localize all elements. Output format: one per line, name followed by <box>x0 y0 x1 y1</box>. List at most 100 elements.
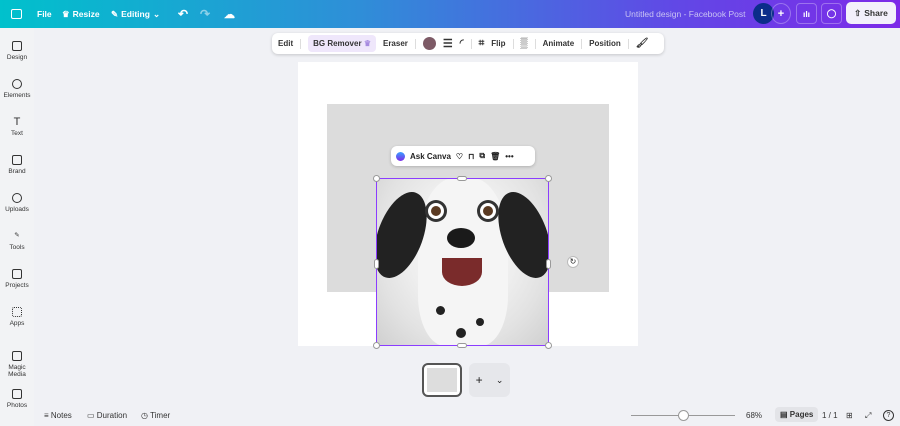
bottom-bar: ≡ Notes ▭ Duration ◷ Timer 68% ▤ Pages 1… <box>34 405 900 426</box>
brand-icon <box>12 155 22 165</box>
label: Magic Media <box>8 364 26 378</box>
comment-icon[interactable]: ◯ <box>821 3 842 24</box>
color-swatch[interactable] <box>422 37 436 50</box>
redo-icon[interactable]: ↷ <box>200 7 210 21</box>
divider <box>300 38 302 49</box>
resize-handle[interactable] <box>374 259 379 269</box>
elements-icon <box>12 79 22 89</box>
editing-mode-button[interactable]: ✎ Editing ⌄ <box>111 9 160 20</box>
add-page-button[interactable]: + ⌄ <box>469 363 510 397</box>
resize-handle[interactable] <box>373 342 380 349</box>
pencil-icon: ✎ <box>111 8 119 19</box>
sidebar-item-text[interactable]: T Text <box>0 117 34 138</box>
ask-canva-button[interactable]: Ask Canva <box>410 152 451 161</box>
delete-icon[interactable]: 🗑 <box>490 152 500 161</box>
resize-handle[interactable] <box>373 175 380 182</box>
resize-handle[interactable] <box>457 176 467 181</box>
duration-button[interactable]: ▭ Duration <box>87 411 127 420</box>
editing-label: Editing <box>121 9 150 19</box>
sidebar-item-photos[interactable]: Photos <box>0 389 34 409</box>
context-menu: Ask Canva ♡ ⊓ ⧉ 🗑 ••• <box>391 146 535 166</box>
sidebar-toggle-icon[interactable] <box>11 9 22 19</box>
design-icon <box>12 41 22 51</box>
timer-button[interactable]: ◷ Timer <box>141 411 170 420</box>
grid-view-icon[interactable]: ⊞ <box>846 411 853 420</box>
resize-handle[interactable] <box>457 343 467 348</box>
divider <box>581 38 583 49</box>
chevron-down-icon: ⌄ <box>495 374 504 385</box>
label: Photos <box>6 402 28 409</box>
sidebar-item-tools[interactable]: ✎ Tools <box>0 231 34 251</box>
corner-rounding-icon[interactable]: ◜ <box>460 38 464 49</box>
crown-icon: ♛ <box>62 8 70 19</box>
divider <box>512 38 514 49</box>
comment-add-icon[interactable]: ♡ <box>456 152 463 161</box>
sidebar-item-magic-media[interactable]: Magic Media <box>0 351 34 378</box>
upload-icon: ⇧ <box>854 7 862 18</box>
more-icon[interactable]: ••• <box>505 152 513 161</box>
zoom-slider-knob[interactable] <box>678 410 689 421</box>
label: Uploads <box>5 206 29 213</box>
sidebar-item-design[interactable]: Design <box>0 41 34 61</box>
resize-handle[interactable] <box>546 259 551 269</box>
add-collaborator-icon[interactable]: + <box>771 3 791 24</box>
share-button[interactable]: ⇧ Share <box>846 2 896 24</box>
help-icon[interactable]: ? <box>883 410 894 421</box>
file-menu[interactable]: File <box>37 9 52 19</box>
sidebar-item-uploads[interactable]: Uploads <box>0 193 34 213</box>
sidebar-item-brand[interactable]: Brand <box>0 155 34 175</box>
border-style-icon[interactable]: ☰ <box>443 37 453 50</box>
chevron-down-icon: ⌄ <box>152 8 161 19</box>
label: Duration <box>96 411 128 420</box>
crown-icon: ♛ <box>363 39 371 48</box>
label: Pages <box>789 410 814 419</box>
insights-icon[interactable]: ılı <box>796 3 817 24</box>
resize-handle[interactable] <box>545 342 552 349</box>
selection-box[interactable] <box>373 175 552 349</box>
label: Brand <box>8 168 26 175</box>
cloud-upload-icon <box>12 193 22 203</box>
divider <box>627 38 629 49</box>
cloud-save-icon[interactable]: ☁ <box>224 8 235 21</box>
edit-button[interactable]: Edit <box>278 39 293 48</box>
divider <box>470 38 472 49</box>
tools-icon: ✎ <box>14 232 20 239</box>
divider <box>414 38 416 49</box>
transparency-icon[interactable]: ▒ <box>521 38 528 49</box>
pages-button[interactable]: ▤ Pages <box>775 407 819 422</box>
fullscreen-icon[interactable]: ⤢ <box>865 411 871 421</box>
copy-style-icon[interactable]: 🖌 <box>636 38 649 49</box>
position-button[interactable]: Position <box>589 39 621 48</box>
duplicate-icon[interactable]: ⧉ <box>479 151 485 161</box>
rotate-icon[interactable]: ↻ <box>567 256 579 268</box>
photos-icon <box>12 389 22 399</box>
label: BG Remover <box>313 39 362 48</box>
sidebar-item-elements[interactable]: Elements <box>0 79 34 99</box>
lock-icon[interactable]: ⊓ <box>468 152 474 161</box>
notes-button[interactable]: ≡ Notes <box>44 411 72 420</box>
zoom-slider[interactable] <box>631 410 735 421</box>
label: Text <box>11 130 23 137</box>
resize-handle[interactable] <box>545 175 552 182</box>
canva-ai-icon <box>396 151 405 161</box>
eraser-button[interactable]: Eraser <box>383 39 408 48</box>
page-thumbnail[interactable] <box>422 363 462 397</box>
plus-icon: + <box>475 373 483 387</box>
divider <box>534 38 536 49</box>
resize-button[interactable]: ♛ Resize <box>62 9 100 20</box>
animate-button[interactable]: Animate <box>543 39 575 48</box>
sidebar-item-projects[interactable]: Projects <box>0 269 34 289</box>
zoom-level[interactable]: 68% <box>746 411 762 420</box>
sidebar-item-apps[interactable]: Apps <box>0 307 34 327</box>
sidebar: Design Elements T Text Brand Uploads ✎ Too… <box>0 28 34 426</box>
flip-button[interactable]: Flip <box>491 39 505 48</box>
label: Timer <box>150 411 171 420</box>
top-bar: File ♛ Resize ✎ Editing ⌄ ↶ ↷ ☁ Untitled de… <box>0 0 900 28</box>
crop-icon[interactable]: ⌗ <box>479 38 485 49</box>
thumbnail-image <box>427 368 457 392</box>
undo-icon[interactable]: ↶ <box>178 7 188 21</box>
label: Elements <box>3 92 31 99</box>
label: Apps <box>9 320 25 327</box>
bg-remover-button[interactable]: BG Remover ♛ <box>308 35 376 52</box>
document-title[interactable]: Untitled design - Facebook Post <box>625 9 745 19</box>
